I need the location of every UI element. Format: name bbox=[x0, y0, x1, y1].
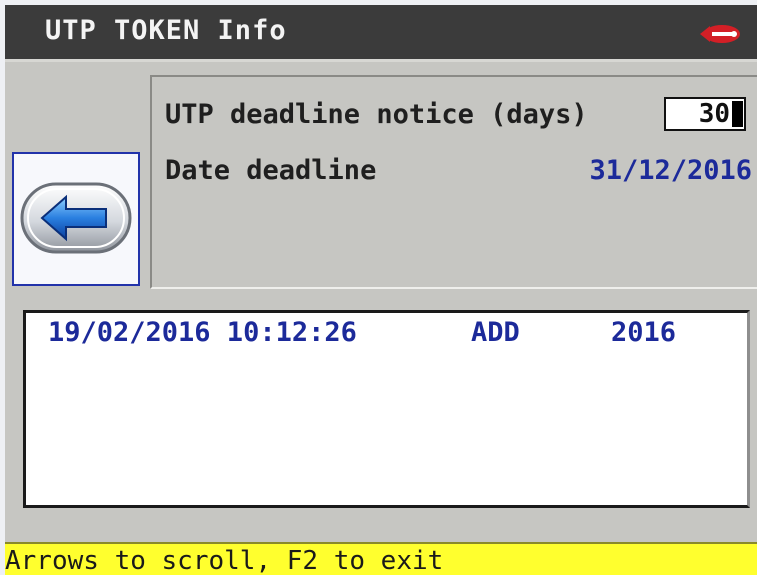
info-panel: UTP deadline notice (days) 30 Date deadl… bbox=[150, 75, 757, 289]
device-screen: UTP TOKEN Info UTP deadline notice (days… bbox=[5, 5, 757, 575]
deadline-notice-value: 30 bbox=[698, 99, 730, 129]
silca-logo-icon bbox=[700, 25, 740, 43]
back-button[interactable] bbox=[12, 152, 140, 286]
log-list[interactable]: 19/02/2016 10:12:26 ADD 2016 bbox=[23, 310, 750, 508]
date-deadline-label: Date deadline bbox=[165, 155, 377, 186]
log-action: ADD bbox=[471, 317, 520, 348]
status-bar: Arrows to scroll, F2 to exit bbox=[5, 542, 757, 575]
title-bar: UTP TOKEN Info bbox=[5, 5, 757, 62]
window-title: UTP TOKEN Info bbox=[45, 15, 287, 46]
log-year: 2016 bbox=[611, 317, 677, 348]
log-row[interactable]: 19/02/2016 10:12:26 ADD 2016 bbox=[26, 317, 747, 353]
status-hint: Arrows to scroll, F2 to exit bbox=[5, 546, 444, 575]
date-deadline-value: 31/12/2016 bbox=[589, 155, 752, 186]
text-cursor bbox=[732, 101, 743, 127]
deadline-notice-input[interactable]: 30 bbox=[664, 97, 746, 131]
log-datetime: 19/02/2016 10:12:26 bbox=[48, 317, 357, 348]
deadline-notice-label: UTP deadline notice (days) bbox=[165, 99, 588, 130]
arrow-left-icon bbox=[20, 182, 132, 254]
